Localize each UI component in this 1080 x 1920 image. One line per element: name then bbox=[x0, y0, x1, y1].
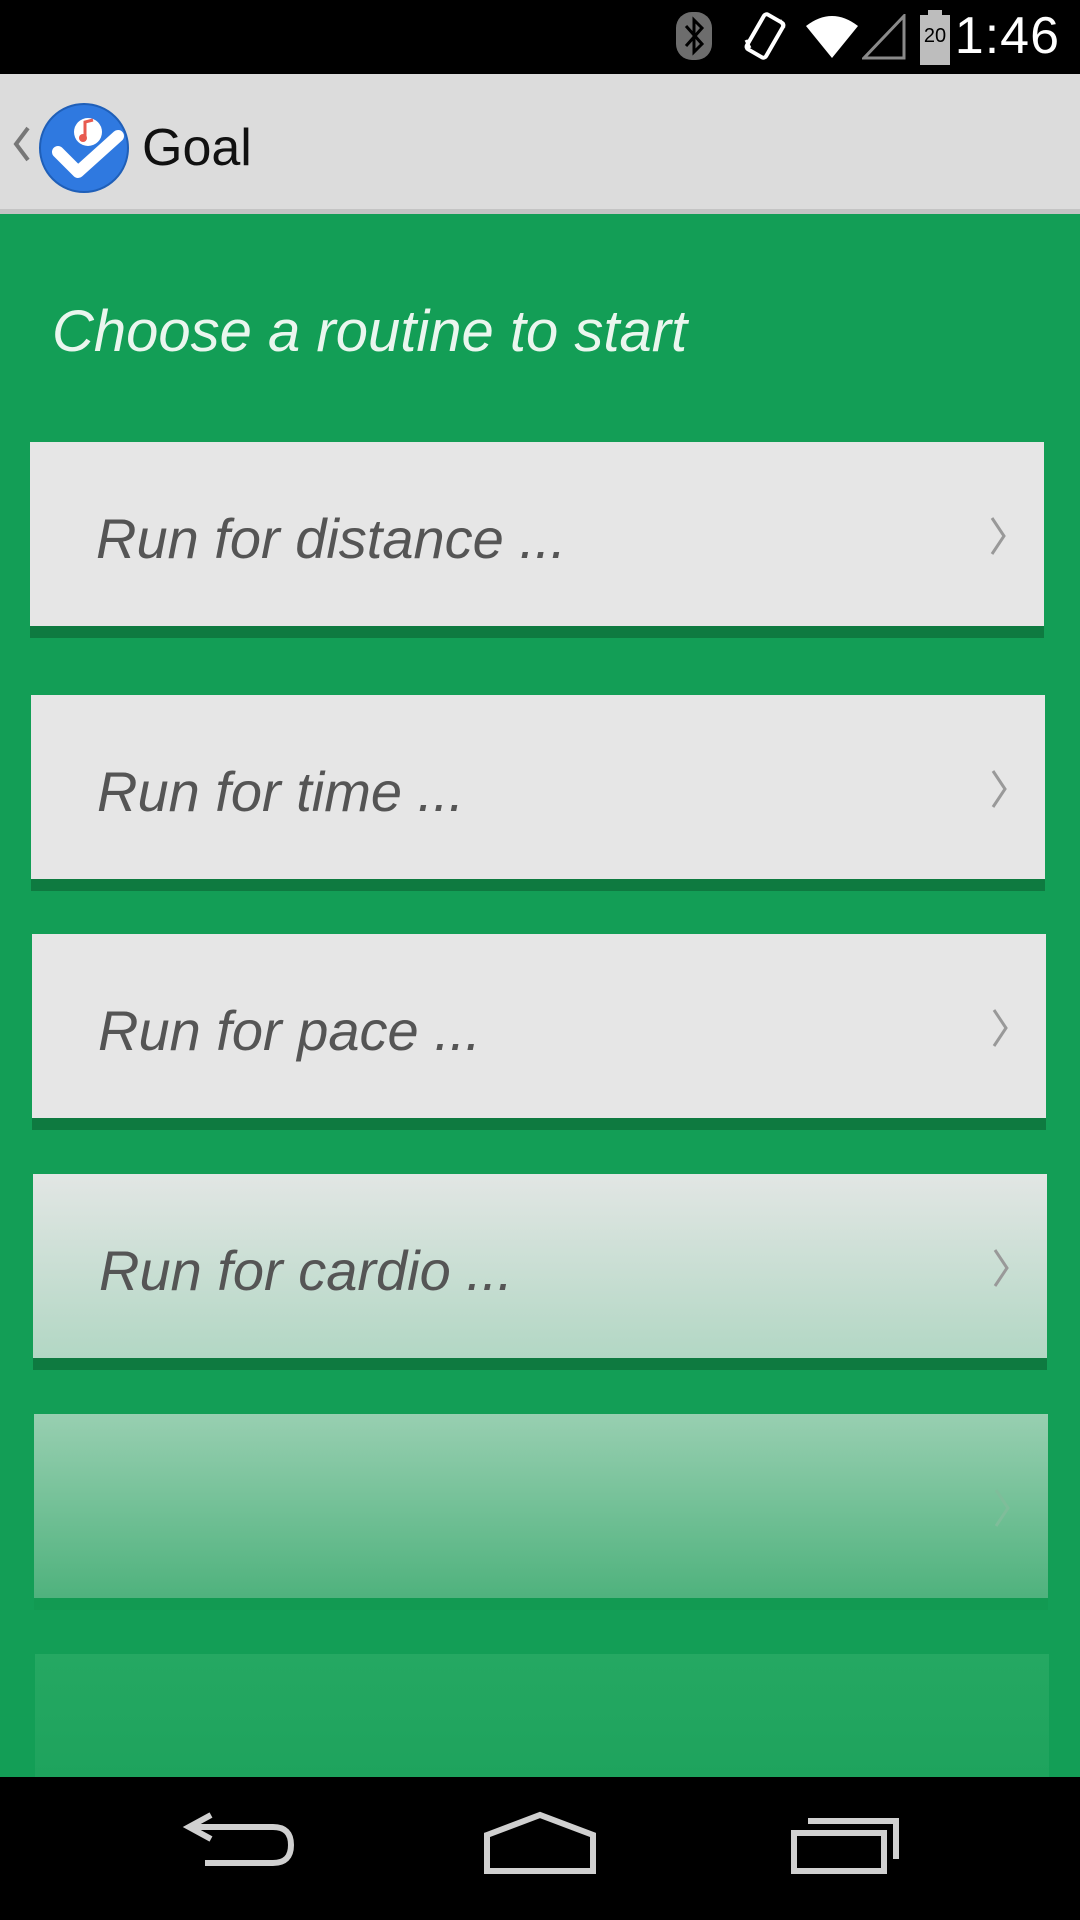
screen: 20 1:46 Goal Choose a routine to start R… bbox=[0, 0, 1080, 1920]
action-bar[interactable]: Goal bbox=[0, 74, 1080, 214]
page-title: Goal bbox=[142, 119, 252, 177]
routine-item-6[interactable] bbox=[35, 1654, 1049, 1777]
battery-icon: 20 bbox=[918, 10, 952, 71]
up-chevron-icon[interactable] bbox=[10, 124, 32, 164]
status-bar: 20 1:46 bbox=[0, 0, 1080, 74]
bluetooth-icon bbox=[672, 10, 716, 67]
routine-heading: Choose a routine to start bbox=[52, 299, 688, 364]
routine-label: Run for pace ... bbox=[98, 999, 481, 1062]
routine-run-for-distance[interactable]: Run for distance ... bbox=[30, 442, 1044, 638]
clock: 1:46 bbox=[954, 7, 1060, 65]
chevron-right-icon bbox=[992, 1486, 1012, 1530]
wifi-icon bbox=[804, 14, 860, 65]
routine-item-5[interactable] bbox=[34, 1414, 1048, 1610]
vibrate-icon bbox=[740, 10, 790, 69]
chevron-right-icon bbox=[989, 767, 1009, 811]
routine-label: Run for time ... bbox=[97, 760, 465, 823]
svg-text:20: 20 bbox=[924, 25, 946, 47]
recent-apps-icon[interactable] bbox=[780, 1807, 910, 1887]
chevron-right-icon bbox=[991, 1246, 1011, 1290]
cell-signal-icon bbox=[860, 12, 906, 65]
routine-label: Run for cardio ... bbox=[99, 1239, 513, 1302]
chevron-right-icon bbox=[990, 1006, 1010, 1050]
routine-list-panel: Choose a routine to start Run for distan… bbox=[0, 214, 1080, 1777]
routine-run-for-cardio[interactable]: Run for cardio ... bbox=[33, 1174, 1047, 1370]
routine-run-for-pace[interactable]: Run for pace ... bbox=[32, 934, 1046, 1130]
app-logo-icon[interactable] bbox=[38, 102, 130, 194]
chevron-right-icon bbox=[988, 514, 1008, 558]
home-icon[interactable] bbox=[475, 1807, 605, 1887]
routine-run-for-time[interactable]: Run for time ... bbox=[31, 695, 1045, 891]
back-icon[interactable] bbox=[175, 1807, 305, 1887]
routine-label: Run for distance ... bbox=[96, 507, 567, 570]
navigation-bar bbox=[0, 1777, 1080, 1920]
